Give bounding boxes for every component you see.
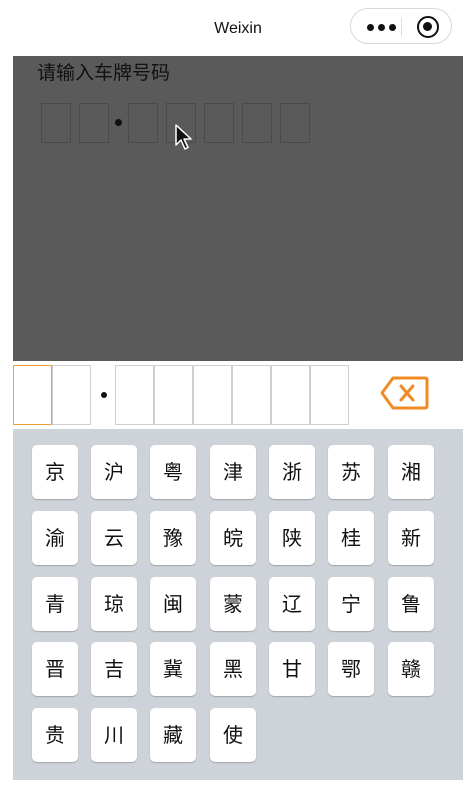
key-渝[interactable]: 渝 [32,511,78,565]
ghost-plate-box [204,103,234,143]
ghost-plate-box [128,103,158,143]
plate-char-box[interactable] [13,365,52,425]
key-苏[interactable]: 苏 [328,445,374,499]
key-鲁[interactable]: 鲁 [388,577,434,631]
key-赣[interactable]: 赣 [388,642,434,696]
key-津[interactable]: 津 [210,445,256,499]
province-keyboard: 京沪粤津浙苏湘渝云豫皖陕桂新青琼闽蒙辽宁鲁晋吉冀黑甘鄂赣贵川藏使 [13,429,463,780]
key-藏[interactable]: 藏 [150,708,196,762]
mouse-cursor-icon [175,124,192,150]
key-冀[interactable]: 冀 [150,642,196,696]
key-湘[interactable]: 湘 [388,445,434,499]
plate-char-box[interactable] [154,365,193,425]
menu-capsule [350,8,452,44]
ghost-plate-box [242,103,272,143]
nav-bar: Weixin [13,0,463,56]
plate-char-box[interactable] [52,365,91,425]
key-皖[interactable]: 皖 [210,511,256,565]
more-icon[interactable] [363,18,399,36]
key-吉[interactable]: 吉 [91,642,137,696]
key-琼[interactable]: 琼 [91,577,137,631]
key-豫[interactable]: 豫 [150,511,196,565]
plate-char-box[interactable] [232,365,271,425]
key-宁[interactable]: 宁 [328,577,374,631]
capsule-divider [401,18,402,36]
plate-char-box[interactable] [271,365,310,425]
key-川[interactable]: 川 [91,708,137,762]
ghost-plate-box [280,103,310,143]
key-桂[interactable]: 桂 [328,511,374,565]
key-蒙[interactable]: 蒙 [210,577,256,631]
key-京[interactable]: 京 [32,445,78,499]
phone-screen: Weixin 请输入车牌号码 京沪粤津 浙 苏 湘 渝 云 豫 皖 陕 桂 新 … [13,0,463,780]
plate-char-box[interactable] [310,365,349,425]
plate-input-row [13,361,463,429]
plate-separator-dot [101,392,107,398]
key-贵[interactable]: 贵 [32,708,78,762]
key-辽[interactable]: 辽 [269,577,315,631]
key-晋[interactable]: 晋 [32,642,78,696]
key-陕[interactable]: 陕 [269,511,315,565]
key-青[interactable]: 青 [32,577,78,631]
key-甘[interactable]: 甘 [269,642,315,696]
ghost-plate-box [79,103,109,143]
ghost-separator-dot [115,119,122,126]
mask-overlay[interactable]: 请输入车牌号码 [13,56,463,361]
key-使[interactable]: 使 [210,708,256,762]
ghost-plate-box [41,103,71,143]
key-新[interactable]: 新 [388,511,434,565]
close-mini-program-icon[interactable] [417,16,439,38]
plate-char-box[interactable] [193,365,232,425]
plate-prompt: 请输入车牌号码 [37,62,171,84]
backspace-icon[interactable] [379,375,429,411]
key-黑[interactable]: 黑 [210,642,256,696]
key-粤[interactable]: 粤 [150,445,196,499]
plate-char-box[interactable] [115,365,154,425]
key-沪[interactable]: 沪 [91,445,137,499]
key-闽[interactable]: 闽 [150,577,196,631]
key-云[interactable]: 云 [91,511,137,565]
key-鄂[interactable]: 鄂 [328,642,374,696]
key-浙[interactable]: 浙 [269,445,315,499]
